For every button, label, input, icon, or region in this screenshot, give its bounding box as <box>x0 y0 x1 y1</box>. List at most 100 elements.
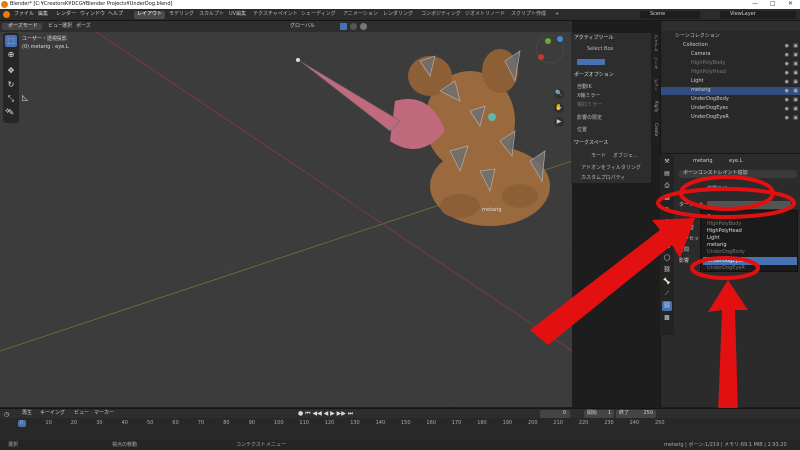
render-props-icon[interactable]: ▤ <box>662 169 672 179</box>
camera-icon[interactable]: ▣ <box>793 79 798 85</box>
menu-file[interactable]: ファイル <box>14 12 34 17</box>
outliner-row-underdogbody[interactable]: UnderDogBody ◉ ▣ <box>661 96 800 104</box>
eye-icon[interactable]: ◉ <box>785 115 789 121</box>
overlay-toggle-icon[interactable] <box>340 23 347 30</box>
3d-viewport[interactable]: metarig ユーザー・透視投影 (0) metarig : eye.L 🔍 … <box>0 21 572 407</box>
tab-view[interactable]: ビュー <box>651 79 659 91</box>
eye-icon[interactable]: ◉ <box>785 79 789 85</box>
menu-render[interactable]: レンダー <box>56 12 76 17</box>
addon-filter[interactable]: アドオンをフィルタリング <box>581 166 641 171</box>
outliner-row-underdogeyes[interactable]: UnderDogEyes ◉ ▣ <box>661 105 800 113</box>
select-menu[interactable]: 選択 <box>62 24 72 29</box>
start-frame-field[interactable]: 開始 1 <box>584 410 614 418</box>
select-box-label[interactable]: Select Box <box>587 47 613 52</box>
mode-field-value[interactable]: オブジェ… <box>613 154 638 159</box>
underdog-model[interactable] <box>296 49 550 226</box>
tab-animation[interactable]: アニメーション <box>340 11 381 19</box>
timeline-editor-icon[interactable]: ◷ <box>4 411 9 418</box>
camera-icon[interactable]: ▣ <box>793 106 798 112</box>
workspace-header[interactable]: ワークスペース <box>574 141 608 146</box>
view-menu[interactable]: ビュー <box>48 24 63 29</box>
custom-properties[interactable]: カスタムプロパティ <box>581 176 625 181</box>
end-frame-field[interactable]: 終了 250 <box>616 410 656 418</box>
scene-selector[interactable]: Scene <box>640 11 700 19</box>
tab-rendering[interactable]: レンダリング <box>380 11 416 19</box>
outliner-scene-collection[interactable]: シーンコレクション <box>661 33 800 41</box>
tab-create[interactable]: Create <box>651 123 659 136</box>
dropdown-item-underdogbody[interactable]: UnderDogBody <box>707 250 745 255</box>
shading-solid-icon[interactable] <box>350 23 357 30</box>
blender-menu-icon[interactable] <box>3 11 10 18</box>
constraint-name[interactable]: 位置コピー <box>707 187 732 192</box>
camera-icon[interactable]: ▣ <box>793 61 798 67</box>
scale-icon[interactable]: ⤡ <box>5 93 17 105</box>
timeline-view-menu[interactable]: ビュー <box>74 411 89 416</box>
add-workspace-button[interactable]: + <box>552 11 562 19</box>
tab-texture-paint[interactable]: テクスチャペイント <box>250 11 301 19</box>
dropdown-item-highpolyhead[interactable]: HighPolyHead <box>707 229 742 234</box>
camera-icon[interactable]: ▣ <box>793 70 798 76</box>
texture-props-icon[interactable]: ▩ <box>662 313 672 323</box>
shading-material-icon[interactable] <box>360 23 367 30</box>
data-props-icon[interactable]: 🦴 <box>662 277 672 287</box>
camera-icon[interactable]: ▣ <box>793 88 798 94</box>
object-props-icon[interactable]: ▣ <box>662 229 672 239</box>
tab-modeling[interactable]: モデリング <box>166 11 197 19</box>
world-props-icon[interactable]: ◍ <box>662 217 672 227</box>
tab-geometry-nodes[interactable]: ジオメトリノード <box>462 11 508 19</box>
scene-props-icon[interactable]: ◐ <box>662 205 672 215</box>
outliner-row-underdogeyer[interactable]: UnderDogEyeR ◉ ▣ <box>661 114 800 122</box>
bone-tool-icon[interactable]: ⟡ <box>5 106 19 118</box>
close-button[interactable]: ✕ <box>788 1 793 7</box>
tab-shading[interactable]: シェーディング <box>298 11 339 19</box>
maximize-button[interactable]: □ <box>770 1 776 7</box>
x-mirror-checkbox[interactable]: X軸ミラー <box>577 94 600 99</box>
tab-compositing[interactable]: コンポジティング <box>418 11 464 19</box>
dropdown-item-highpolybody[interactable]: HighPolyBody <box>707 222 741 227</box>
view-layer-icon[interactable]: ▦ <box>662 193 672 203</box>
rotate-icon[interactable]: ↻ <box>5 79 17 91</box>
menu-edit[interactable]: 編集 <box>38 12 48 17</box>
eye-icon[interactable]: ◉ <box>785 52 789 58</box>
timeline[interactable]: 0 10 20 30 40 50 60 70 80 90 100 110 120 130 140 150 160… <box>0 418 800 440</box>
camera-view-icon[interactable]: ▶ <box>554 117 564 127</box>
eye-icon[interactable]: ◉ <box>785 97 789 103</box>
physics-icon[interactable]: ◯ <box>662 253 672 263</box>
tab-scripting[interactable]: スクリプト作成 <box>508 11 549 19</box>
cursor-icon[interactable]: ⊕ <box>5 49 17 61</box>
tab-sculpt[interactable]: スカルプト <box>196 11 227 19</box>
eye-icon[interactable]: ◉ <box>785 106 789 112</box>
tab-uv[interactable]: UV編集 <box>226 11 249 19</box>
pose-options-header[interactable]: ポーズオプション <box>574 73 614 78</box>
mode-selector[interactable]: ポーズモード <box>2 23 42 30</box>
tab-rigify[interactable]: Rigify <box>651 101 659 112</box>
location-checkbox[interactable]: 位置 <box>577 128 587 133</box>
camera-icon[interactable]: ▣ <box>793 52 798 58</box>
bone-constraint-icon[interactable]: ⛓ <box>662 301 672 311</box>
outliner-row-camera[interactable]: Camera ◉ ▣ <box>661 51 800 59</box>
move-icon[interactable]: ✥ <box>5 65 17 77</box>
select-box-icon[interactable]: ⬚ <box>5 35 17 47</box>
constraint-props-icon[interactable]: ⛓ <box>662 265 672 275</box>
outliner-row-metarig[interactable]: metarig ◉ ▣ <box>661 87 800 95</box>
eye-icon[interactable]: ◉ <box>785 43 789 49</box>
outliner-row-highpolybody[interactable]: HighPolyBody ◉ ▣ <box>661 60 800 68</box>
eye-icon[interactable]: ◉ <box>785 70 789 76</box>
menu-help[interactable]: ヘルプ <box>108 12 123 17</box>
keying-menu[interactable]: キーイング <box>40 411 65 416</box>
auto-ik-checkbox[interactable]: 自動IK <box>577 85 592 90</box>
active-tool-header[interactable]: アクティブツール <box>574 36 613 41</box>
target-field[interactable] <box>707 201 791 209</box>
camera-icon[interactable]: ▣ <box>793 43 798 49</box>
outliner-row-highpolyhead[interactable]: HighPolyHead ◉ ▣ <box>661 69 800 77</box>
current-frame-field[interactable]: 0 <box>540 410 570 418</box>
menu-window[interactable]: ウィンドウ <box>80 12 105 17</box>
eye-icon[interactable]: ◉ <box>785 88 789 94</box>
camera-icon[interactable]: ▣ <box>793 115 798 121</box>
dropdown-item-camera[interactable]: Camera <box>707 215 727 220</box>
navigation-gizmo[interactable] <box>535 34 565 64</box>
minimize-button[interactable]: — <box>752 1 758 7</box>
pan-hand-icon[interactable]: ✋ <box>554 103 564 113</box>
dropdown-item-light[interactable]: Light <box>707 236 719 241</box>
transform-orientation[interactable]: グローバル <box>290 24 315 29</box>
